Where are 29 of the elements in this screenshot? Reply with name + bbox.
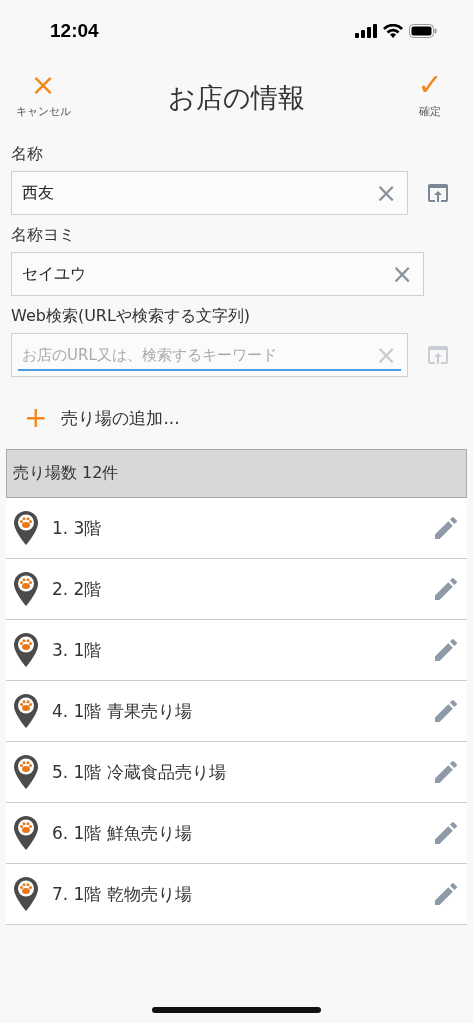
map-pin-icon bbox=[14, 633, 38, 667]
add-floor-button[interactable]: + 売り場の追加... bbox=[20, 401, 184, 435]
signal-icon bbox=[355, 24, 377, 38]
map-pin-icon bbox=[14, 511, 38, 545]
pencil-icon[interactable] bbox=[435, 883, 457, 905]
map-pin-icon bbox=[14, 877, 38, 911]
field-label: 名称 bbox=[11, 144, 44, 165]
field-label: 名称ヨミ bbox=[11, 225, 76, 246]
pencil-icon[interactable] bbox=[435, 822, 457, 844]
cancel-button[interactable]: × キャンセル bbox=[10, 68, 76, 119]
wifi-icon bbox=[383, 24, 403, 38]
list-header: 売り場数 12件 bbox=[6, 449, 467, 498]
screen-title: お店の情報 bbox=[168, 81, 305, 115]
map-pin-icon bbox=[14, 755, 38, 789]
field-label: Web検索(URLや検索する文字列) bbox=[11, 306, 252, 327]
clock-time: 12:04 bbox=[50, 20, 100, 42]
upload-box-icon[interactable] bbox=[428, 184, 448, 202]
pencil-icon[interactable] bbox=[435, 517, 457, 539]
input-field[interactable]: セイユウ × bbox=[11, 252, 424, 296]
pencil-icon[interactable] bbox=[435, 578, 457, 600]
battery-icon bbox=[409, 24, 437, 38]
confirm-button[interactable]: ✓ 確定 bbox=[397, 68, 463, 119]
pencil-icon[interactable] bbox=[435, 639, 457, 661]
map-pin-icon bbox=[14, 694, 38, 728]
pencil-icon[interactable] bbox=[435, 761, 457, 783]
map-pin-icon bbox=[14, 572, 38, 606]
pencil-icon[interactable] bbox=[435, 700, 457, 722]
input-field[interactable]: 西友 × bbox=[11, 171, 408, 215]
map-pin-icon bbox=[14, 816, 38, 850]
